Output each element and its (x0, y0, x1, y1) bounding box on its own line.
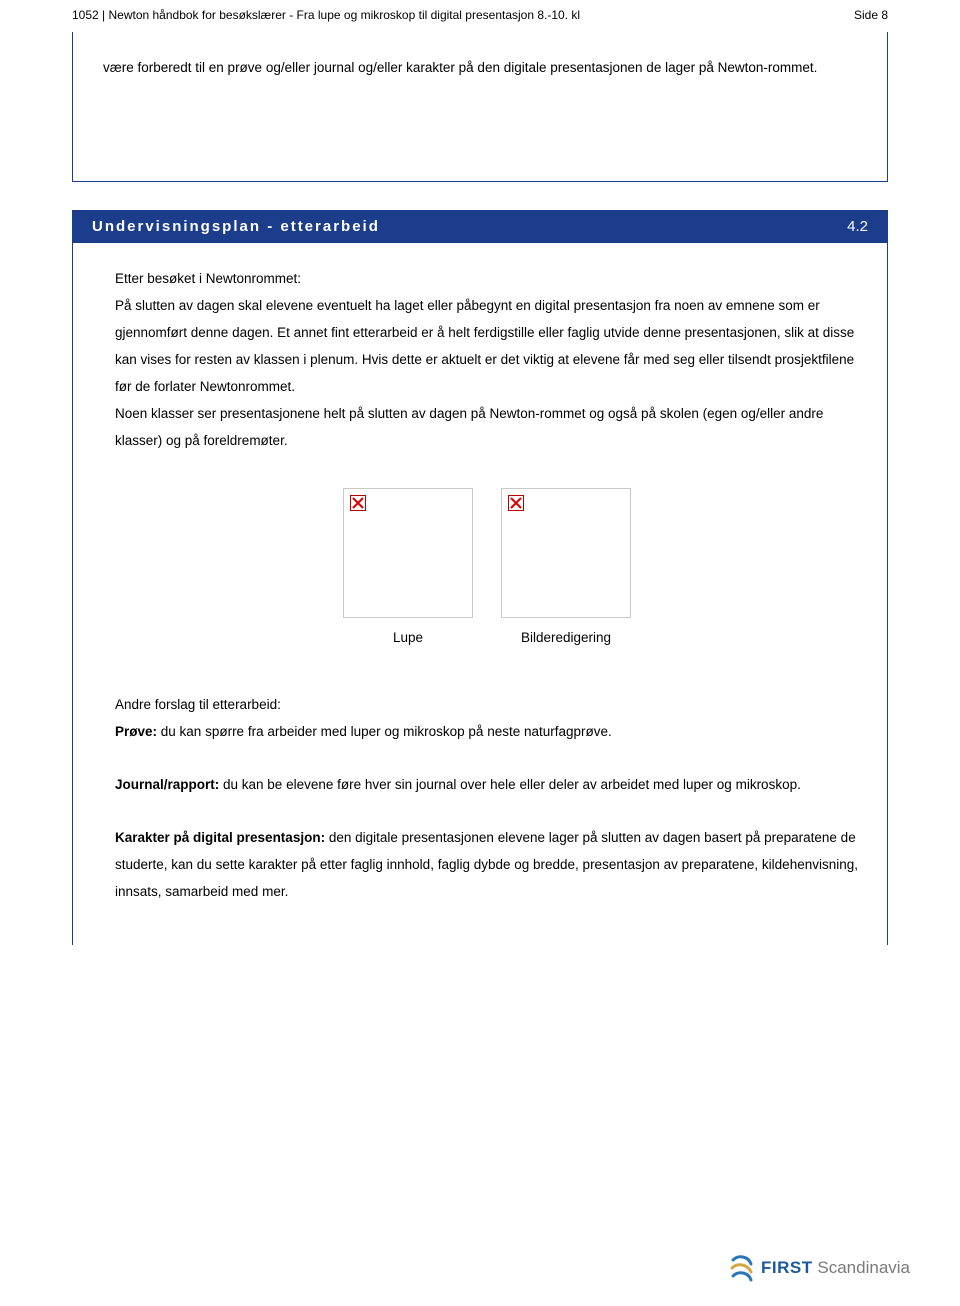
prove-line: Prøve: du kan spørre fra arbeider med lu… (115, 718, 859, 745)
header-right: Side 8 (854, 8, 888, 22)
caption-2: Bilderedigering (501, 624, 631, 651)
intro-line: Etter besøket i Newtonrommet: (115, 265, 859, 292)
footer-logo: FIRST Scandinavia (729, 1254, 910, 1282)
caption-1: Lupe (343, 624, 473, 651)
image-row (115, 488, 859, 618)
logo-brand-first: FIRST (761, 1258, 813, 1277)
logo-text: FIRST Scandinavia (761, 1258, 910, 1278)
prove-text: du kan spørre fra arbeider med luper og … (157, 724, 612, 739)
broken-image-placeholder (343, 488, 473, 618)
journal-text: du kan be elevene føre hver sin journal … (219, 777, 801, 792)
journal-label: Journal/rapport: (115, 777, 219, 792)
other-heading: Andre forslag til etterarbeid: (115, 691, 859, 718)
broken-image-icon (508, 495, 524, 511)
logo-brand-scandinavia: Scandinavia (813, 1258, 910, 1277)
section-number: 4.2 (847, 218, 868, 235)
section-title: Undervisningsplan - etterarbeid (92, 218, 380, 235)
karakter-line: Karakter på digital presentasjon: den di… (115, 824, 859, 905)
page-header: 1052 | Newton håndbok for besøkslærer - … (0, 0, 960, 26)
paragraph-1: På slutten av dagen skal elevene eventue… (115, 292, 859, 400)
journal-line: Journal/rapport: du kan be elevene føre … (115, 771, 859, 798)
prove-label: Prøve: (115, 724, 157, 739)
captions-row: Lupe Bilderedigering (115, 624, 859, 651)
top-bordered-box: være forberedt til en prøve og/eller jou… (72, 32, 888, 182)
header-left: 1052 | Newton håndbok for besøkslærer - … (72, 8, 580, 22)
main-content-box: Etter besøket i Newtonrommet: På slutten… (72, 243, 888, 945)
broken-image-placeholder (501, 488, 631, 618)
broken-image-icon (350, 495, 366, 511)
box1-text: være forberedt til en prøve og/eller jou… (103, 54, 857, 81)
paragraph-2: Noen klasser ser presentasjonene helt på… (115, 400, 859, 454)
section-header-bar: Undervisningsplan - etterarbeid 4.2 (72, 210, 888, 243)
karakter-label: Karakter på digital presentasjon: (115, 830, 325, 845)
logo-icon (729, 1254, 755, 1282)
